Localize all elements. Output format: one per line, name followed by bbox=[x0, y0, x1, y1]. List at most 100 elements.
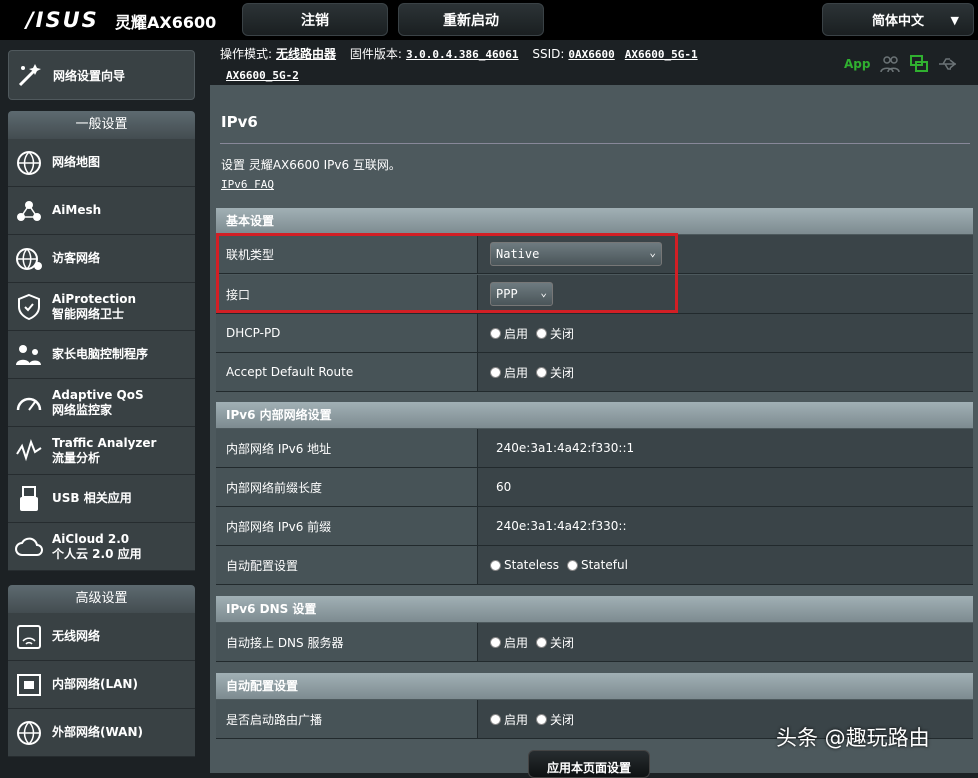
shield-icon bbox=[18, 293, 40, 320]
autoconf-row: 自动配置设置 Stateless Stateful bbox=[216, 546, 973, 585]
radio-dot[interactable] bbox=[566, 559, 578, 571]
ipv6-lan-header: IPv6 内部网络设置 bbox=[216, 402, 973, 428]
reboot-button[interactable]: 重新启动 bbox=[398, 3, 544, 36]
sidebar-item-general-8[interactable]: AiCloud 2.0 个人云 2.0 应用 bbox=[8, 523, 195, 571]
stateful-radio[interactable]: Stateful bbox=[566, 558, 628, 572]
enable-label: 启用 bbox=[504, 712, 529, 727]
router-adv-label: 是否启动路由广播 bbox=[216, 700, 478, 738]
aimesh-icon bbox=[17, 200, 41, 221]
chevron-down-icon: ▼ bbox=[950, 14, 959, 27]
radio-dot[interactable] bbox=[490, 559, 501, 571]
lan-ipv6-prefix-label: 内部网络 IPv6 前缀 bbox=[216, 507, 478, 545]
sidebar-item-general-7[interactable]: USB 相关应用 bbox=[8, 475, 195, 523]
network-status-icon[interactable] bbox=[910, 55, 929, 73]
auto-dns-enable-radio[interactable]: 启用 bbox=[490, 634, 528, 651]
stateless-radio[interactable]: Stateless bbox=[490, 558, 559, 572]
firmware-label: 固件版本: bbox=[349, 47, 402, 61]
status-line: 操作模式: 无线路由器 固件版本: 3.0.0.4.386_46061 SSID: 0… bbox=[220, 44, 830, 86]
router-adv-disable-radio[interactable]: 关闭 bbox=[536, 711, 574, 728]
stateful-label: Stateful bbox=[580, 558, 628, 572]
sidebar-item-general-6[interactable]: Traffic Analyzer 流量分析 bbox=[8, 427, 195, 475]
sidebar-item-general-1[interactable]: AiMesh bbox=[8, 187, 195, 235]
lan-prefix-length-row: 内部网络前缀长度 60 bbox=[216, 468, 973, 507]
accept-route-disable-radio[interactable]: 关闭 bbox=[536, 364, 574, 381]
mode-link[interactable]: 无线路由器 bbox=[276, 47, 336, 61]
disable-label: 关闭 bbox=[550, 326, 575, 341]
logout-button[interactable]: 注销 bbox=[242, 3, 388, 36]
globe-map-icon bbox=[17, 150, 41, 175]
sidebar-item-label: 家长电脑控制程序 bbox=[52, 347, 148, 362]
sidebar-item-general-5[interactable]: Adaptive QoS 网络监控家 bbox=[8, 379, 195, 427]
sidebar-item-label: AiProtection 智能网络卫士 bbox=[52, 292, 136, 322]
sidebar-item-general-2[interactable]: 访客网络 bbox=[8, 235, 195, 283]
auto-dns-disable-radio[interactable]: 关闭 bbox=[536, 634, 574, 651]
language-select[interactable]: 简体中文 ▼ bbox=[822, 3, 974, 36]
ssid-link-1[interactable]: 0AX6600 bbox=[568, 48, 614, 61]
lan-prefix-length-value: 60 bbox=[478, 468, 973, 506]
traffic-icon bbox=[16, 438, 42, 461]
wan-globe-icon bbox=[17, 720, 41, 745]
radio-dot[interactable] bbox=[536, 713, 548, 725]
title-divider bbox=[220, 143, 970, 144]
lan-ipv6-address-row: 内部网络 IPv6 地址 240e:3a1:4a42:f330::1 bbox=[216, 429, 973, 468]
sidebar-item-advanced-1[interactable]: 内部网络(LAN) bbox=[8, 661, 195, 709]
router-adv-enable-radio[interactable]: 启用 bbox=[490, 711, 528, 728]
usb-icon bbox=[20, 485, 38, 511]
apply-settings-button[interactable]: 应用本页面设置 bbox=[528, 750, 650, 778]
radio-dot[interactable] bbox=[490, 366, 501, 378]
sidebar-item-advanced-0[interactable]: 无线网络 bbox=[8, 613, 195, 661]
status-icons: App bbox=[844, 55, 958, 73]
disable-label: 关闭 bbox=[550, 712, 575, 727]
dhcp-pd-enable-radio[interactable]: 启用 bbox=[490, 325, 528, 342]
sidebar-item-label: 网络地图 bbox=[52, 155, 100, 170]
advanced-settings-header: 高级设置 bbox=[8, 585, 195, 613]
ipv6-faq-link[interactable]: IPv6 FAQ bbox=[221, 178, 274, 191]
ssid-link-2[interactable]: AX6600_5G-1 bbox=[625, 48, 698, 61]
sidebar-item-advanced-2[interactable]: 外部网络(WAN) bbox=[8, 709, 195, 757]
sidebar-item-title: 网络地图 bbox=[52, 155, 101, 169]
users-icon[interactable] bbox=[880, 55, 901, 73]
setup-wizard-button[interactable]: 网络设置向导 bbox=[8, 50, 195, 100]
highlight-annotation-box bbox=[216, 233, 678, 313]
autoconf-label: 自动配置设置 bbox=[216, 546, 478, 584]
firmware-link[interactable]: 3.0.0.4.386_46061 bbox=[406, 48, 519, 61]
sidebar-item-label: AiCloud 2.0 个人云 2.0 应用 bbox=[52, 532, 142, 562]
sidebar-item-title: Adaptive QoS bbox=[52, 387, 144, 402]
app-status[interactable]: App bbox=[844, 57, 870, 71]
page-title: IPv6 bbox=[221, 113, 258, 131]
radio-dot[interactable] bbox=[536, 636, 548, 648]
disable-label: 关闭 bbox=[550, 365, 575, 380]
general-settings-group: 一般设置 网络地图 AiMesh 访客网络 AiProtection 智能网络卫士 家长电… bbox=[8, 111, 195, 571]
auto-dns-label: 自动接上 DNS 服务器 bbox=[216, 623, 478, 661]
guest-network-icon bbox=[16, 247, 42, 270]
sidebar-item-title: AiCloud 2.0 bbox=[52, 531, 130, 546]
auto-dns-row: 自动接上 DNS 服务器 启用 关闭 bbox=[216, 623, 973, 662]
sidebar-item-title: 内部网络(LAN) bbox=[52, 677, 138, 691]
language-value: 简体中文 bbox=[871, 14, 924, 29]
main-panel: IPv6 设置 灵耀AX6600 IPv6 互联网。 IPv6 FAQ 基本设置… bbox=[210, 85, 978, 773]
accept-route-enable-radio[interactable]: 启用 bbox=[490, 364, 528, 381]
radio-dot[interactable] bbox=[536, 327, 548, 339]
sidebar-item-title: 访客网络 bbox=[52, 251, 101, 265]
radio-dot[interactable] bbox=[490, 713, 501, 725]
sidebar-item-general-0[interactable]: 网络地图 bbox=[8, 139, 195, 187]
radio-dot[interactable] bbox=[536, 366, 548, 378]
ssid-link-3[interactable]: AX6600_5G-2 bbox=[226, 69, 299, 82]
router-model: 灵耀AX6600 bbox=[115, 13, 217, 32]
wireless-icon bbox=[17, 624, 41, 649]
dhcp-pd-row: DHCP-PD 启用 关闭 bbox=[216, 314, 973, 353]
sidebar-item-label: Adaptive QoS 网络监控家 bbox=[52, 388, 144, 418]
ssid-label: SSID: bbox=[532, 47, 565, 61]
sidebar-item-title: 外部网络(WAN) bbox=[52, 725, 143, 739]
sidebar-item-label: USB 相关应用 bbox=[52, 491, 132, 506]
lan-ipv6-prefix-value: 240e:3a1:4a42:f330:: bbox=[478, 507, 973, 545]
lan-ipv6-address-value: 240e:3a1:4a42:f330::1 bbox=[478, 429, 973, 467]
radio-dot[interactable] bbox=[490, 636, 501, 648]
gauge-icon bbox=[16, 397, 42, 411]
autoconfig-header: 自动配置设置 bbox=[216, 673, 973, 699]
sidebar-item-general-4[interactable]: 家长电脑控制程序 bbox=[8, 331, 195, 379]
radio-dot[interactable] bbox=[490, 327, 501, 339]
usb-status-icon[interactable] bbox=[938, 57, 958, 71]
sidebar-item-general-3[interactable]: AiProtection 智能网络卫士 bbox=[8, 283, 195, 331]
dhcp-pd-disable-radio[interactable]: 关闭 bbox=[536, 325, 574, 342]
